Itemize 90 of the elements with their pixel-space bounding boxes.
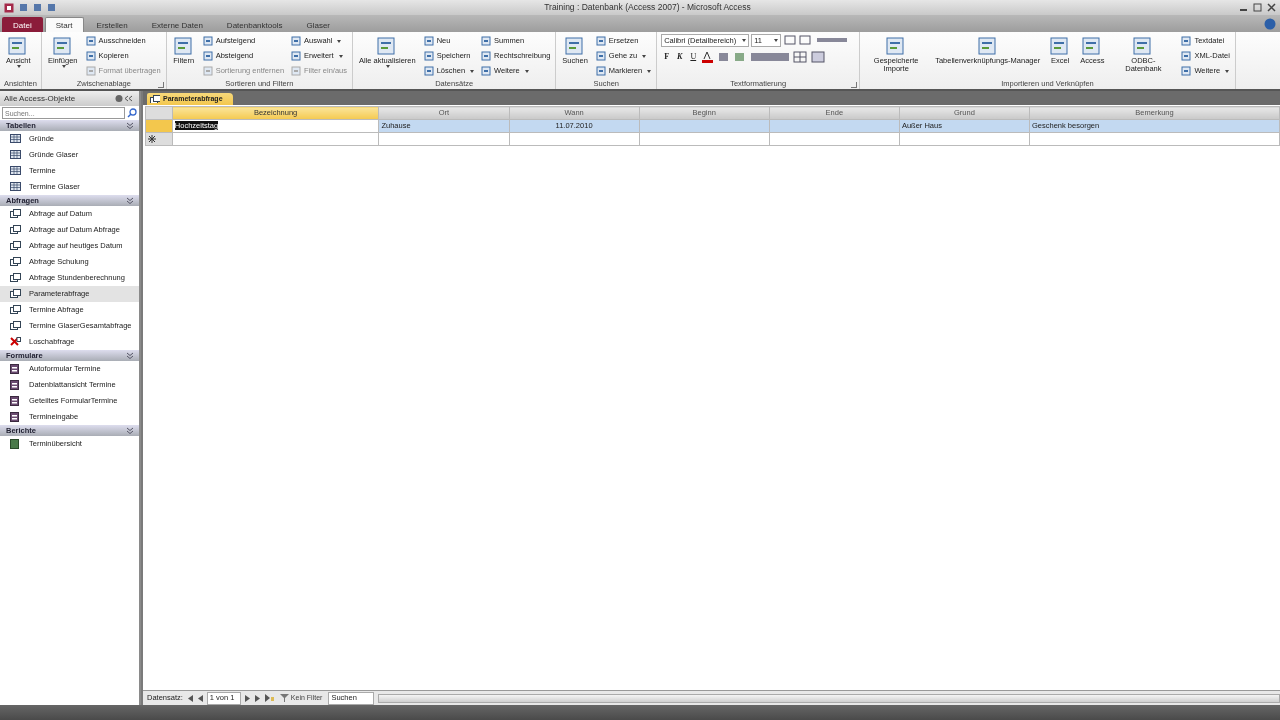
- ribbon-tab[interactable]: Externe Daten: [140, 17, 214, 32]
- collapse-icon[interactable]: [126, 197, 134, 204]
- caret-icon: [524, 69, 529, 73]
- table-icon: [10, 150, 21, 160]
- collapse-icon[interactable]: [126, 427, 134, 434]
- command-icon: [1181, 51, 1192, 61]
- query-icon: [150, 95, 160, 103]
- command-icon: [595, 51, 606, 61]
- command-icon: [85, 66, 96, 76]
- command-icon: [202, 36, 213, 46]
- alternate-fill-icon[interactable]: [811, 51, 828, 63]
- format-button[interactable]: U: [687, 51, 700, 63]
- command-icon: [595, 36, 606, 46]
- collapse-icon[interactable]: [126, 122, 134, 129]
- caret-icon: [647, 69, 652, 73]
- command-icon: [202, 66, 213, 76]
- table-icon: [10, 166, 21, 176]
- ribbon-tab[interactable]: Start: [44, 17, 84, 32]
- command-icon: [85, 36, 96, 46]
- caret-icon: [338, 54, 343, 58]
- form-icon: [10, 364, 21, 374]
- table-icon: [10, 134, 21, 144]
- delete-query-icon: [10, 337, 21, 347]
- caret-icon: [774, 39, 779, 42]
- ribbon-tab[interactable]: Glaser: [295, 17, 341, 32]
- query-icon: [10, 305, 21, 315]
- query-icon: [10, 289, 21, 299]
- dialog-launcher-icon[interactable]: [157, 82, 164, 88]
- command-icon: [481, 51, 492, 61]
- app-logo-icon: [4, 2, 14, 13]
- command-icon: [423, 36, 434, 46]
- pane-title: Alle Access-Objekte: [4, 92, 76, 105]
- gridlines-icon[interactable]: [793, 51, 810, 63]
- command-icon: [85, 51, 96, 61]
- command-icon: [423, 51, 434, 61]
- query-icon: [10, 273, 21, 283]
- command-icon: [481, 66, 492, 76]
- maximize-icon[interactable]: [1253, 3, 1262, 12]
- command-icon: [1181, 66, 1192, 76]
- command-icon: [291, 51, 302, 61]
- close-icon[interactable]: [1267, 3, 1276, 12]
- ribbon-tab[interactable]: Erstellen: [85, 17, 139, 32]
- command-icon: [423, 66, 434, 76]
- ribbon-tab[interactable]: Datenbanktools: [215, 17, 294, 32]
- window-title: Training : Datenbank (Access 2007) - Microsoft Access: [543, 1, 752, 14]
- query-icon: [10, 241, 21, 251]
- list-format-icon[interactable]: [783, 34, 814, 46]
- file-menu-tab[interactable]: Datei: [2, 17, 43, 32]
- command-icon: [291, 66, 302, 76]
- caret-icon: [470, 69, 475, 73]
- help-icon[interactable]: [1264, 18, 1276, 30]
- caret-icon: [337, 39, 342, 43]
- new-record-nav-icon[interactable]: [264, 694, 274, 702]
- command-icon: [976, 35, 999, 57]
- query-icon: [10, 321, 21, 331]
- command-icon: [1181, 36, 1192, 46]
- new-record-icon: [148, 135, 156, 144]
- form-icon: [10, 396, 21, 406]
- caret-icon: [1225, 69, 1230, 73]
- next-record-icon[interactable]: [244, 694, 251, 702]
- collapse-icon[interactable]: [126, 352, 134, 359]
- form-icon: [10, 380, 21, 390]
- caret-icon: [386, 65, 391, 69]
- search-icon[interactable]: [127, 108, 137, 118]
- horizontal-scrollbar[interactable]: [378, 693, 1280, 703]
- command-icon: [202, 51, 213, 61]
- caret-icon: [17, 65, 22, 69]
- font-color-icon[interactable]: [701, 51, 716, 63]
- command-icon: [172, 35, 195, 57]
- report-icon: [10, 439, 21, 449]
- dialog-launcher-icon[interactable]: [851, 82, 858, 88]
- format-button[interactable]: F: [661, 51, 673, 63]
- caret-icon: [61, 65, 66, 69]
- previous-record-icon[interactable]: [196, 694, 203, 702]
- command-icon: [291, 36, 302, 46]
- command-icon: [595, 66, 606, 76]
- query-icon: [10, 257, 21, 267]
- query-icon: [10, 209, 21, 219]
- format-button[interactable]: K: [674, 51, 686, 63]
- filter-icon: [279, 694, 289, 702]
- first-record-icon[interactable]: [186, 694, 193, 702]
- command-icon: [481, 36, 492, 46]
- caret-icon: [642, 54, 647, 58]
- form-icon: [10, 412, 21, 422]
- collapse-pane-icon[interactable]: [115, 94, 135, 103]
- table-icon: [10, 182, 21, 192]
- query-icon: [10, 225, 21, 235]
- command-icon: [51, 35, 74, 57]
- last-record-icon[interactable]: [254, 694, 261, 702]
- caret-icon: [742, 39, 747, 42]
